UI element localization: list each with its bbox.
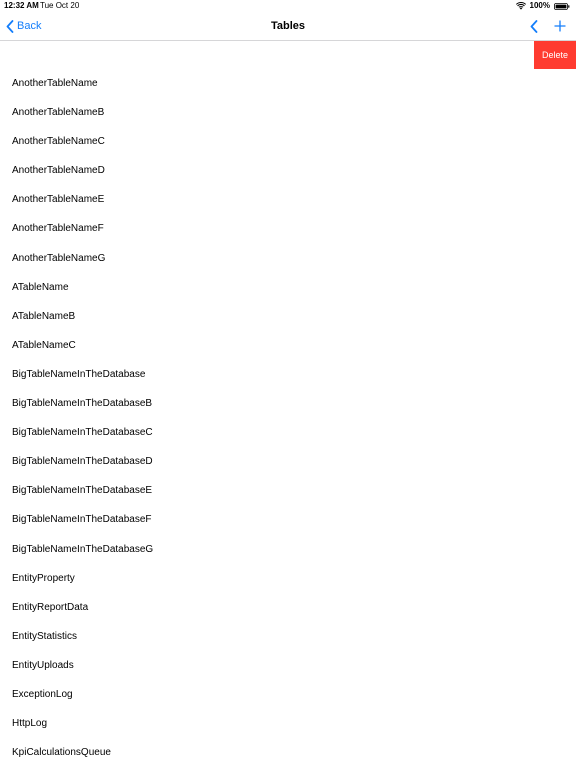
navigation-bar: Back Tables bbox=[0, 12, 576, 41]
back-button-label: Back bbox=[17, 20, 42, 32]
previous-button[interactable] bbox=[527, 17, 541, 35]
table-row[interactable]: ATableNameC bbox=[0, 331, 576, 360]
table-row[interactable]: ATableName bbox=[0, 273, 576, 302]
wifi-icon bbox=[515, 2, 526, 10]
table-row[interactable]: BigTableNameInTheDatabase bbox=[0, 360, 576, 389]
status-bar: 12:32 AM Tue Oct 20 100% bbox=[0, 0, 576, 12]
page-title: Tables bbox=[270, 20, 306, 32]
battery-icon bbox=[554, 2, 570, 10]
table-row[interactable]: BigTableNameInTheDatabaseB bbox=[0, 389, 576, 418]
table-row[interactable]: HttpLog bbox=[0, 709, 576, 738]
table-row[interactable]: BigTableNameInTheDatabaseF bbox=[0, 505, 576, 534]
table-row[interactable]: AnotherTableNameE bbox=[0, 185, 576, 214]
table-row[interactable]: AnotherTableNameF bbox=[0, 214, 576, 243]
table-row[interactable]: EntityStatistics bbox=[0, 622, 576, 651]
table-list: AnotherTableName AnotherTableNameB Anoth… bbox=[0, 69, 576, 767]
table-row[interactable]: BigTableNameInTheDatabaseD bbox=[0, 447, 576, 476]
table-row[interactable]: ATableNameB bbox=[0, 302, 576, 331]
chevron-left-icon bbox=[6, 19, 14, 33]
chevron-left-icon bbox=[530, 19, 538, 33]
status-time: 12:32 AM bbox=[4, 1, 39, 10]
table-row[interactable]: AnotherTableNameC bbox=[0, 127, 576, 156]
back-button[interactable]: Back bbox=[6, 17, 41, 35]
table-row[interactable]: AnotherTableNameD bbox=[0, 156, 576, 185]
table-row[interactable]: BigTableNameInTheDatabaseC bbox=[0, 418, 576, 447]
table-row[interactable]: AnotherTableNameB bbox=[0, 98, 576, 127]
add-table-button[interactable] bbox=[551, 17, 569, 35]
plus-icon bbox=[554, 20, 566, 32]
table-row[interactable]: AnotherTableName bbox=[0, 69, 576, 98]
status-date: Tue Oct 20 bbox=[40, 1, 80, 10]
table-row[interactable]: EntityProperty bbox=[0, 564, 576, 593]
table-row[interactable]: AnotherTableNameG bbox=[0, 244, 576, 273]
delete-button[interactable]: Delete bbox=[534, 41, 576, 69]
status-indicators: 100% bbox=[515, 0, 570, 12]
battery-percentage: 100% bbox=[529, 1, 550, 10]
table-row[interactable]: BigTableNameInTheDatabaseE bbox=[0, 476, 576, 505]
table-row[interactable]: BigTableNameInTheDatabaseG bbox=[0, 535, 576, 564]
table-row[interactable]: ExceptionLog bbox=[0, 680, 576, 709]
table-row[interactable]: EntityReportData bbox=[0, 593, 576, 622]
table-row[interactable]: KpiCalculationsQueue bbox=[0, 738, 576, 767]
table-row[interactable]: EntityUploads bbox=[0, 651, 576, 680]
